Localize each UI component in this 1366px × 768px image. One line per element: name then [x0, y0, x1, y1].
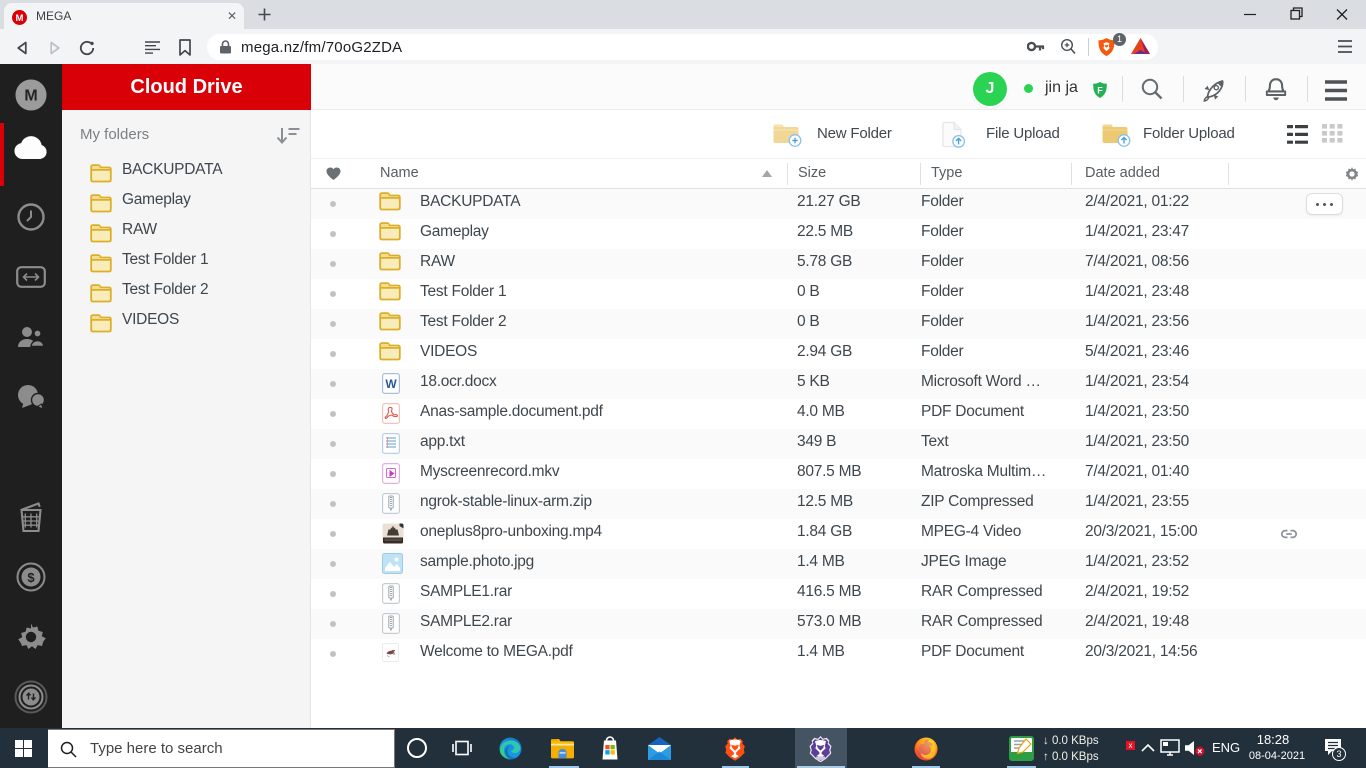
- svg-text:M: M: [16, 13, 24, 24]
- svg-text:F: F: [1097, 86, 1103, 96]
- svg-text:$: $: [27, 570, 35, 585]
- svg-text:W: W: [385, 377, 397, 391]
- svg-text:M: M: [24, 88, 37, 105]
